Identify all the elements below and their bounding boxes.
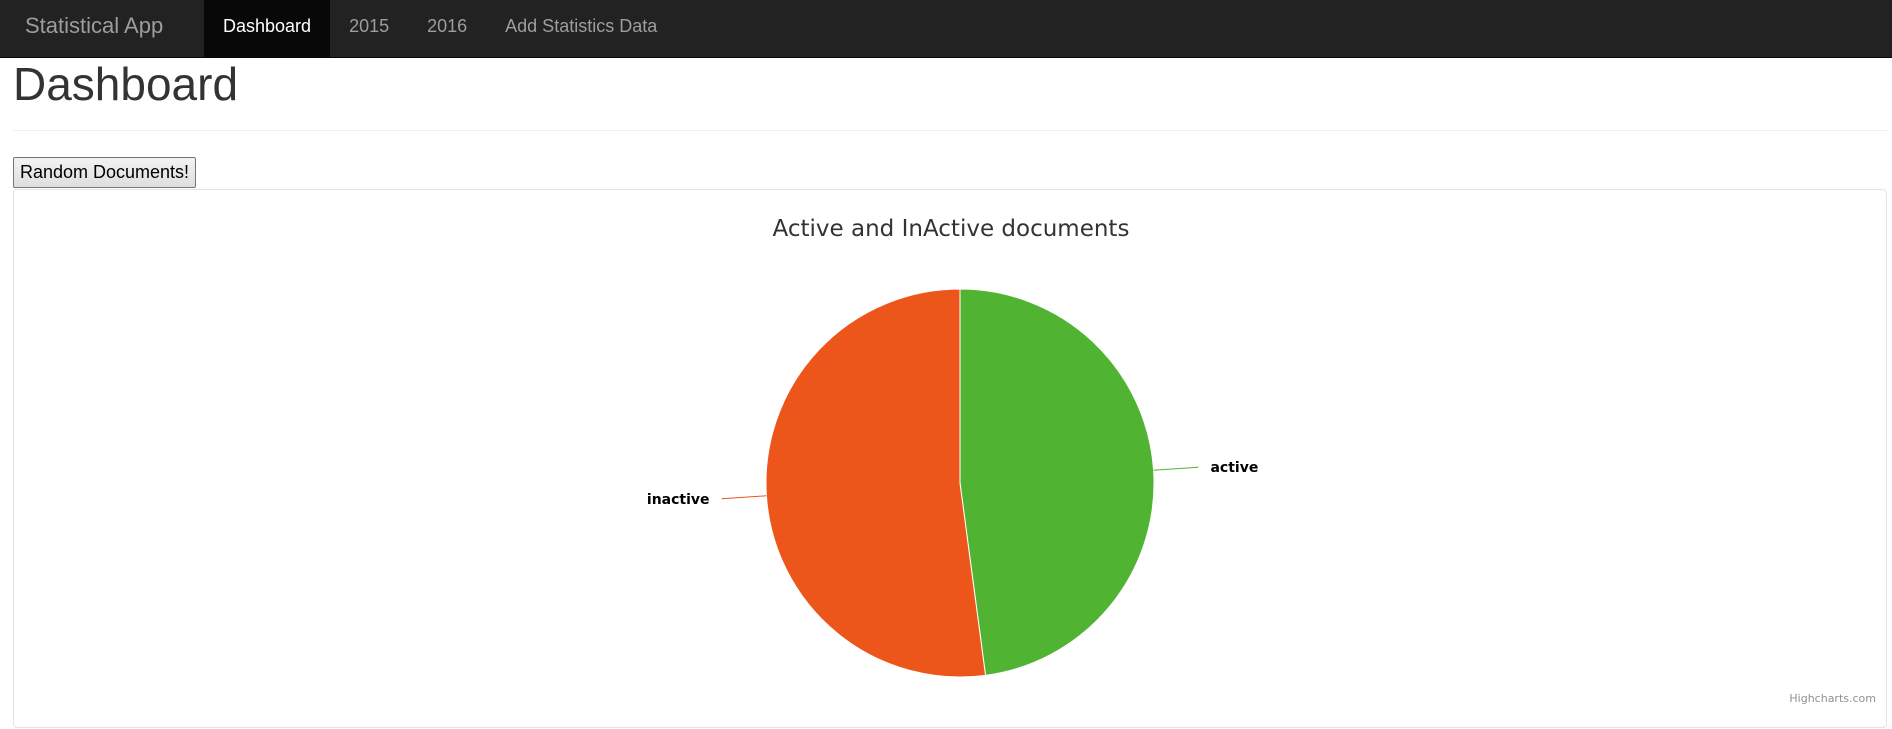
nav-item-2015[interactable]: 2015 xyxy=(330,0,408,57)
pie-slice-active[interactable] xyxy=(959,288,1155,676)
header-divider xyxy=(13,130,1887,131)
pie-chart-container: Active and InActive documents active inac… xyxy=(13,189,1887,728)
pie-slice-inactive[interactable] xyxy=(765,288,987,678)
chart-credits[interactable]: Highcharts.com xyxy=(1789,692,1876,705)
pie-connector-inactive xyxy=(721,495,767,500)
pie-chart: active inactive xyxy=(647,288,1258,678)
random-documents-button[interactable]: Random Documents! xyxy=(13,157,196,188)
pie-connector-active xyxy=(1153,466,1199,471)
top-navbar: Statistical App Dashboard 2015 2016 Add … xyxy=(0,0,1892,58)
page-title: Dashboard xyxy=(13,58,239,110)
pie-label-inactive: inactive xyxy=(647,492,710,508)
nav-item-add-statistics[interactable]: Add Statistics Data xyxy=(486,0,676,57)
nav-item-2016[interactable]: 2016 xyxy=(408,0,486,57)
nav-menu: Dashboard 2015 2016 Add Statistics Data xyxy=(204,0,676,57)
nav-item-dashboard[interactable]: Dashboard xyxy=(204,0,331,57)
brand-link[interactable]: Statistical App xyxy=(25,0,163,57)
pie-label-active: active xyxy=(1210,460,1258,476)
